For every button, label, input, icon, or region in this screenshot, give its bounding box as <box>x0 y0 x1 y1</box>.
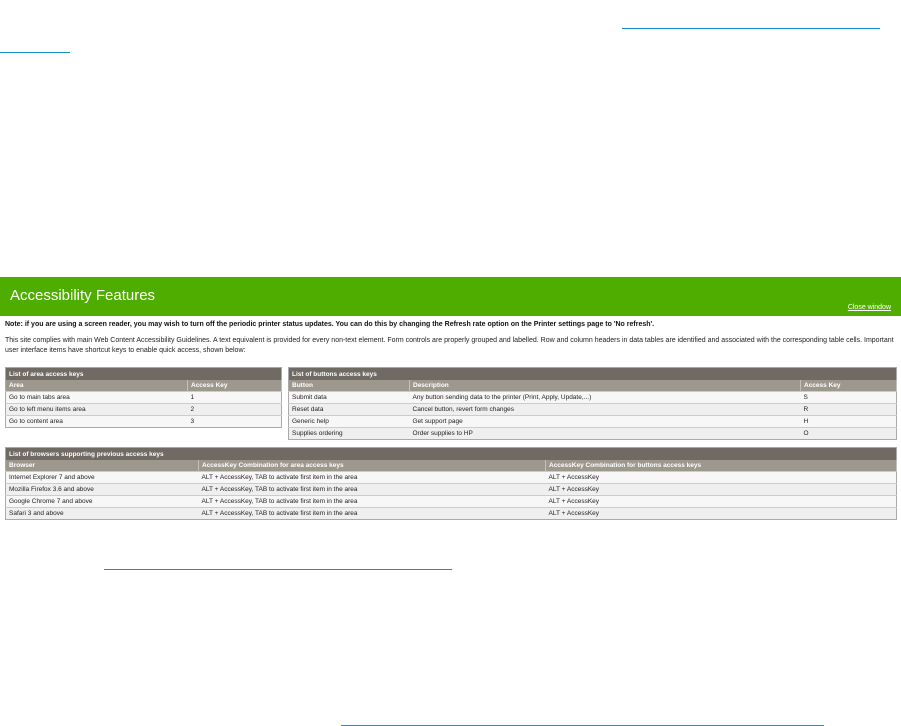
buttons-access-keys-table: List of buttons access keys Button Descri… <box>288 367 897 440</box>
table-row: Go to content area 3 <box>5 415 282 428</box>
cell: O <box>800 427 897 440</box>
table-row: Generic help Get support page H <box>288 415 897 428</box>
cell: Reset data <box>288 403 410 416</box>
header-banner: Accessibility Features Close window <box>0 277 901 316</box>
cell: Any button sending data to the printer (… <box>409 391 801 404</box>
table-row: Go to left menu items area 2 <box>5 403 282 416</box>
cell: ALT + AccessKey, TAB to activate first i… <box>198 495 546 508</box>
table-row: Internet Explorer 7 and above ALT + Acces… <box>5 471 897 484</box>
table-row: Submit data Any button sending data to th… <box>288 391 897 404</box>
table-row: Reset data Cancel button, revert form cha… <box>288 403 897 416</box>
table-row: Mozilla Firefox 3.6 and above ALT + Acces… <box>5 483 897 496</box>
column-header: Access Key <box>800 380 897 392</box>
link-underline[interactable] <box>622 28 880 29</box>
column-header: Access Key <box>187 380 282 392</box>
column-header: Button <box>288 380 410 392</box>
area-access-keys-table: List of area access keys Area Access Key … <box>5 367 282 428</box>
cell: Internet Explorer 7 and above <box>5 471 199 484</box>
cell: ALT + AccessKey <box>545 507 897 520</box>
table-row: Go to main tabs area 1 <box>5 391 282 404</box>
intro-text: This site complies with main Web Content… <box>5 337 894 354</box>
cell: Cancel button, revert form changes <box>409 403 801 416</box>
table-row: Safari 3 and above ALT + AccessKey, TAB t… <box>5 507 897 520</box>
cell: ALT + AccessKey <box>545 495 897 508</box>
cell: Go to content area <box>5 415 188 428</box>
cell: ALT + AccessKey, TAB to activate first i… <box>198 471 546 484</box>
browsers-table: List of browsers supporting previous acc… <box>5 447 897 520</box>
cell: Get support page <box>409 415 801 428</box>
cell: S <box>800 391 897 404</box>
table-caption: List of area access keys <box>5 367 282 380</box>
cell: Order supplies to HP <box>409 427 801 440</box>
cell: Supplies ordering <box>288 427 410 440</box>
link-underline[interactable] <box>0 52 70 53</box>
column-header: AccessKey Combination for area access ke… <box>198 460 546 472</box>
cell: Submit data <box>288 391 410 404</box>
cell: ALT + AccessKey, TAB to activate first i… <box>198 483 546 496</box>
table-row: Google Chrome 7 and above ALT + AccessKey… <box>5 495 897 508</box>
close-window-link[interactable]: Close window <box>848 304 891 311</box>
cell: 3 <box>187 415 282 428</box>
cell: H <box>800 415 897 428</box>
cell: Generic help <box>288 415 410 428</box>
cell: Google Chrome 7 and above <box>5 495 199 508</box>
cell: 2 <box>187 403 282 416</box>
column-header: Description <box>409 380 801 392</box>
cell: ALT + AccessKey <box>545 483 897 496</box>
cell: ALT + AccessKey, TAB to activate first i… <box>198 507 546 520</box>
cell: Mozilla Firefox 3.6 and above <box>5 483 199 496</box>
page-title: Accessibility Features <box>10 287 156 304</box>
table-row: Supplies ordering Order supplies to HP O <box>288 427 897 440</box>
column-header: Browser <box>5 460 199 472</box>
column-header: Area <box>5 380 188 392</box>
cell: 1 <box>187 391 282 404</box>
table-caption: List of buttons access keys <box>288 367 897 380</box>
cell: ALT + AccessKey <box>545 471 897 484</box>
cell: Go to left menu items area <box>5 403 188 416</box>
cell: Go to main tabs area <box>5 391 188 404</box>
cell: Safari 3 and above <box>5 507 199 520</box>
table-caption: List of browsers supporting previous acc… <box>5 447 897 460</box>
cell: R <box>800 403 897 416</box>
link-underline[interactable] <box>104 569 452 570</box>
column-header: AccessKey Combination for buttons access… <box>545 460 897 472</box>
screen-reader-note: Note: if you are using a screen reader, … <box>5 321 655 328</box>
